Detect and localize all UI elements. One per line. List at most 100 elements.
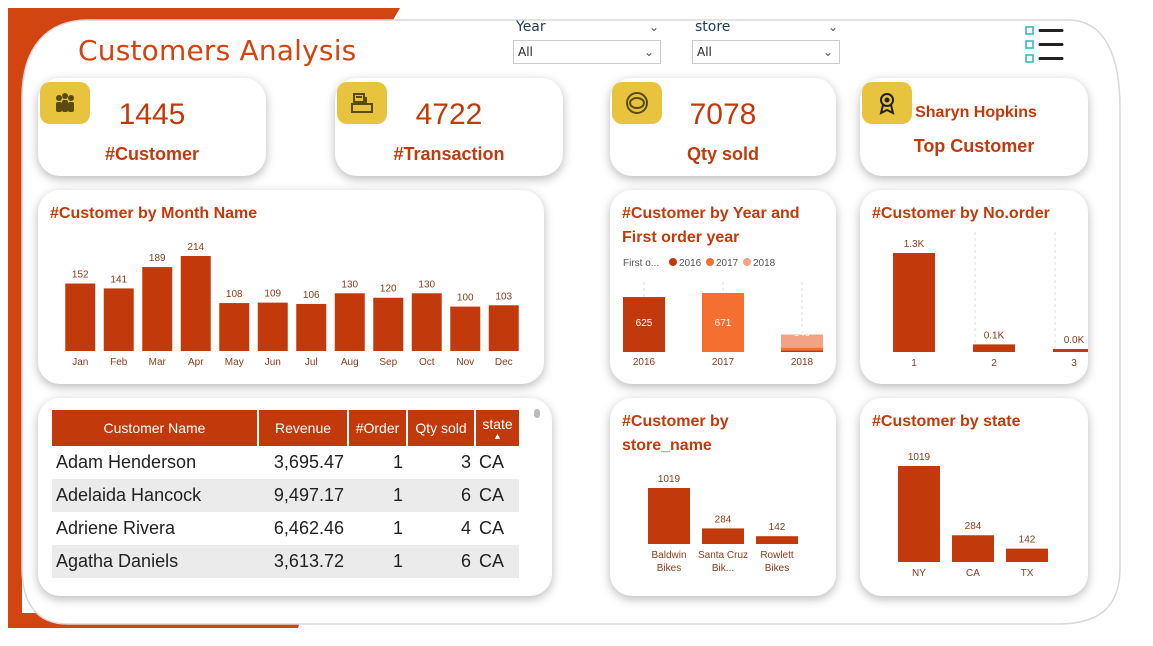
legend-marker bbox=[669, 258, 677, 266]
data-label: 1019 bbox=[908, 452, 931, 463]
legend-marker bbox=[743, 258, 751, 266]
cell-customer-name: Adriene Rivera bbox=[56, 518, 176, 538]
column-header-qty-sold[interactable]: Qty sold bbox=[407, 410, 476, 446]
table-row[interactable]: Adam Henderson 3,695.47 1 3 CA bbox=[52, 446, 519, 479]
cell-customer-name: Adelaida Hancock bbox=[52, 479, 258, 512]
tick-label: Nov bbox=[456, 357, 474, 368]
chevron-down-icon: ⌄ bbox=[643, 45, 654, 59]
year-slicer-label: Year bbox=[516, 19, 546, 35]
tick-label: Sep bbox=[379, 357, 397, 368]
legend-label: 2016 bbox=[679, 258, 702, 269]
data-label: 1019 bbox=[658, 474, 681, 485]
bar bbox=[334, 293, 365, 351]
tick-label: 2017 bbox=[712, 357, 735, 368]
cell-customer-name: Agatha Daniels bbox=[52, 545, 258, 578]
cell-qty: 6 bbox=[407, 479, 475, 512]
chart-by-state: 1019 NY 284 CA 142 TX bbox=[898, 452, 1048, 579]
column-header-state[interactable]: state ▲ bbox=[475, 410, 519, 446]
data-label: 214 bbox=[187, 242, 204, 253]
table-header-row: Customer Name Revenue #Order Qty sold st… bbox=[52, 410, 519, 446]
store-slicer[interactable]: store ⌄ All ⌄ bbox=[692, 16, 840, 64]
chart-by-year-card: #Customer by Year and First order year F… bbox=[610, 190, 836, 384]
cell-qty: 6 bbox=[407, 545, 475, 578]
tick-label: Baldwin bbox=[651, 550, 686, 561]
cell-revenue: 9,497.17 bbox=[258, 479, 348, 512]
chevron-down-icon: ⌄ bbox=[822, 45, 833, 59]
bar bbox=[450, 306, 481, 351]
bar bbox=[1006, 548, 1048, 562]
data-label: 142 bbox=[1019, 535, 1036, 546]
tick-label: Apr bbox=[188, 357, 204, 368]
bar bbox=[893, 253, 935, 352]
legend-title: First o... bbox=[623, 258, 659, 269]
data-label: 142 bbox=[769, 522, 786, 533]
tick-label: NY bbox=[912, 568, 926, 579]
tick-label: 3 bbox=[1071, 358, 1077, 369]
cell-state: CA bbox=[479, 518, 505, 538]
kpi-transactions-value: 4722 bbox=[415, 98, 483, 131]
tick-label: Rowlett bbox=[760, 550, 794, 561]
year-dropdown[interactable]: All ⌄ bbox=[513, 40, 661, 64]
bar bbox=[103, 288, 134, 351]
data-label: 149 bbox=[794, 328, 811, 339]
cell-state: CA bbox=[475, 479, 519, 512]
column-header-state-label: state bbox=[482, 416, 513, 432]
chart-by-state-card: #Customer by state 1019 NY 284 CA 142 TX bbox=[860, 398, 1088, 596]
bar bbox=[702, 528, 744, 544]
data-label: 284 bbox=[715, 514, 732, 525]
kpi-transactions-label: #Transaction bbox=[393, 144, 505, 164]
tick-label: Aug bbox=[341, 357, 359, 368]
tick-label: CA bbox=[966, 568, 980, 579]
column-header-order[interactable]: #Order bbox=[348, 410, 408, 446]
tick-label: TX bbox=[1021, 568, 1034, 579]
tick-label: Bik... bbox=[712, 563, 734, 574]
kpi-customers-value: 1445 bbox=[118, 98, 186, 131]
data-label: 106 bbox=[303, 290, 320, 301]
legend-label: 2017 bbox=[716, 258, 739, 269]
cell-order: 1 bbox=[392, 518, 403, 538]
store-dropdown-value: All bbox=[697, 45, 712, 59]
tick-label: Jun bbox=[265, 357, 281, 368]
table-scrollbar[interactable] bbox=[534, 409, 540, 418]
year-slicer[interactable]: Year ⌄ All ⌄ bbox=[513, 16, 661, 64]
chart-by-store: 1019 Baldwin Bikes 284 Santa Cruz Bik... 142 Ro… bbox=[648, 474, 798, 574]
menu-list-icon[interactable] bbox=[1025, 26, 1065, 64]
tick-label: 2016 bbox=[633, 357, 656, 368]
cell-revenue: 3,695.47 bbox=[273, 452, 344, 472]
chevron-down-icon[interactable]: ⌄ bbox=[649, 16, 659, 38]
year-dropdown-value: All bbox=[518, 45, 533, 59]
store-slicer-label: store bbox=[695, 19, 731, 35]
table-row[interactable]: Agatha Daniels 3,613.72 1 6 CA bbox=[52, 545, 519, 578]
cell-revenue: 6,462.46 bbox=[273, 518, 344, 538]
chart-by-store-card: #Customer by store_name 1019 Baldwin Bikes… bbox=[610, 398, 836, 596]
data-label: 625 bbox=[636, 318, 653, 329]
cell-qty: 3 bbox=[460, 452, 471, 472]
chart-by-month: 152 Jan 141 Feb 189 Mar 214 Apr 108 May 109 Jun 106 J… bbox=[65, 242, 519, 368]
data-label: 103 bbox=[495, 291, 512, 302]
page-title: Customers Analysis bbox=[78, 34, 357, 67]
tick-label: 2 bbox=[991, 358, 997, 369]
kpi-top-customer-name: Sharyn Hopkins bbox=[915, 104, 1037, 121]
bar bbox=[648, 488, 690, 544]
store-dropdown[interactable]: All ⌄ bbox=[692, 40, 840, 64]
bar bbox=[411, 293, 442, 351]
chart-by-order: 1.3K 1 0.1K 2 0.0K 3 bbox=[893, 232, 1088, 369]
column-header-revenue[interactable]: Revenue bbox=[258, 410, 349, 446]
table-row[interactable]: Adriene Rivera 6,462.46 1 4 CA bbox=[52, 512, 519, 545]
cell-order: 1 bbox=[348, 479, 407, 512]
legend-label: 2018 bbox=[753, 258, 776, 269]
data-label: 130 bbox=[341, 279, 358, 290]
bar bbox=[952, 535, 994, 562]
column-header-customer-name[interactable]: Customer Name bbox=[52, 410, 259, 446]
kpi-qty-value: 7078 bbox=[689, 98, 757, 131]
tick-label: May bbox=[225, 357, 244, 368]
tick-label: Jul bbox=[305, 357, 318, 368]
table-row[interactable]: Adelaida Hancock 9,497.17 1 6 CA bbox=[52, 479, 519, 512]
kpi-qty-card: 7078 Qty sold bbox=[610, 78, 836, 176]
bar bbox=[756, 536, 798, 544]
chevron-down-icon[interactable]: ⌄ bbox=[828, 16, 838, 38]
bar bbox=[373, 297, 404, 351]
data-label: 284 bbox=[965, 521, 982, 532]
data-label: 0.0K bbox=[1064, 335, 1085, 346]
data-label: 0.1K bbox=[984, 330, 1005, 341]
